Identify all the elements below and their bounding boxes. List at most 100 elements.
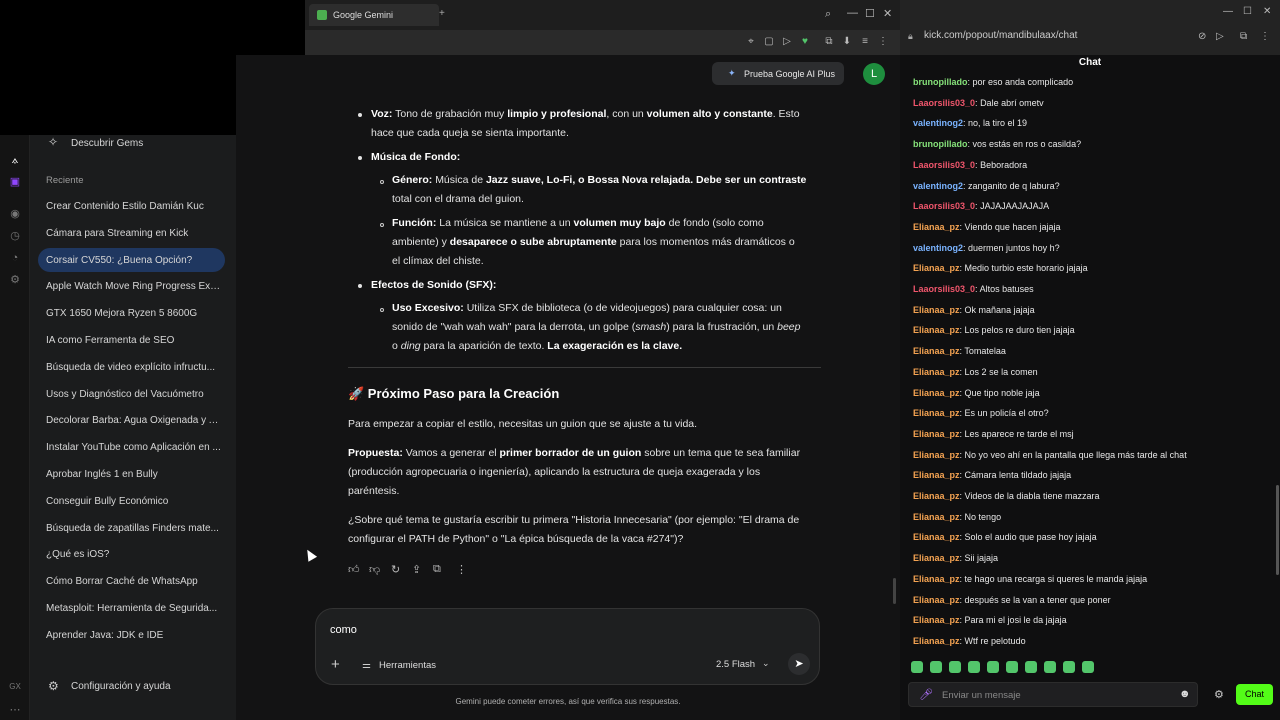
chat-username[interactable]: Elianaa_pz xyxy=(913,346,960,356)
recent-chat-item[interactable]: IA como Ferramenta de SEO xyxy=(46,335,222,346)
share-icon[interactable]: ⇪ xyxy=(412,563,421,576)
recent-chat-item[interactable]: Búsqueda de video explícito infructu... xyxy=(46,362,222,373)
pin-icon[interactable]: ⌖ xyxy=(745,36,757,47)
emote-icon[interactable] xyxy=(987,661,999,673)
recent-chat-item[interactable]: GTX 1650 Mejora Ryzen 5 8600G xyxy=(46,308,222,319)
history-icon[interactable]: ◷ xyxy=(8,229,22,243)
chat-username[interactable]: Elianaa_pz xyxy=(913,222,960,232)
chat-username[interactable]: brunopillado xyxy=(913,139,968,149)
snapshot-icon[interactable]: ▢ xyxy=(763,36,775,47)
prompt-input[interactable]: como xyxy=(330,624,357,636)
model-selector[interactable]: 2.5 Flash xyxy=(716,659,755,670)
extensions-icon[interactable]: ⧉ xyxy=(823,36,835,47)
minimize-icon[interactable]: — xyxy=(847,7,858,19)
recent-chat-item[interactable]: Conseguir Bully Económico xyxy=(46,496,222,507)
block-icon[interactable]: ⊘ xyxy=(1198,31,1206,42)
chat-username[interactable]: valentinog2 xyxy=(913,243,963,253)
recent-chat-item[interactable]: Decolorar Barba: Agua Oxigenada y A... xyxy=(46,415,222,426)
discover-gems-link[interactable]: Descubrir Gems xyxy=(71,138,247,149)
chat-username[interactable]: Elianaa_pz xyxy=(913,491,960,501)
chat-username[interactable]: Elianaa_pz xyxy=(913,429,960,439)
gemini-logo-icon[interactable]: ⟑ xyxy=(8,153,22,167)
chat-username[interactable]: valentinog2 xyxy=(913,118,963,128)
maximize-icon[interactable]: ☐ xyxy=(1243,6,1252,17)
emote-icon[interactable] xyxy=(1082,661,1094,673)
thumbs-up-icon[interactable]: 👍︎ xyxy=(348,563,360,576)
recent-chat-item[interactable]: Aprobar Inglés 1 en Bully xyxy=(46,469,222,480)
recent-chat-item[interactable]: Usos y Diagnóstico del Vacuómetro xyxy=(46,389,222,400)
recent-chat-item[interactable]: Cámara para Streaming en Kick xyxy=(46,228,222,239)
send-icon[interactable]: ➤ xyxy=(788,653,810,675)
chat-username[interactable]: Elianaa_pz xyxy=(913,615,960,625)
tools-button[interactable]: Herramientas xyxy=(379,660,436,671)
recent-chat-item[interactable]: ¿Qué es iOS? xyxy=(46,549,222,560)
tab-google-gemini[interactable]: Google Gemini xyxy=(309,4,439,26)
settings-help-link[interactable]: Configuración y ayuda xyxy=(71,681,247,692)
download-icon[interactable]: ⬇ xyxy=(841,36,853,47)
upgrade-button[interactable]: ✦ Prueba Google AI Plus xyxy=(712,62,844,85)
close-window-icon[interactable]: ✕ xyxy=(883,7,892,20)
chat-username[interactable]: Elianaa_pz xyxy=(913,532,960,542)
emote-icon[interactable] xyxy=(1025,661,1037,673)
recent-chat-item[interactable]: Aprender Java: JDK e IDE xyxy=(46,630,222,641)
minimize-icon[interactable]: — xyxy=(1223,6,1233,17)
chevron-down-icon[interactable]: ⌄ xyxy=(762,658,770,669)
settings-rail-icon[interactable]: ⚙ xyxy=(8,273,22,287)
chat-username[interactable]: Elianaa_pz xyxy=(913,408,960,418)
chat-username[interactable]: Elianaa_pz xyxy=(913,512,960,522)
play-icon[interactable]: ▷ xyxy=(781,36,793,47)
emote-icon[interactable] xyxy=(1063,661,1075,673)
chat-username[interactable]: Laaorsilis03_0 xyxy=(913,98,975,108)
emote-icon[interactable] xyxy=(968,661,980,673)
emote-icon[interactable] xyxy=(930,661,942,673)
kick-url[interactable]: kick.com/popout/mandibulaax/chat xyxy=(924,30,1077,41)
search-tabs-icon[interactable]: ⌕ xyxy=(825,8,831,21)
recent-chat-item[interactable]: Cómo Borrar Caché de WhatsApp xyxy=(46,576,222,587)
chat-username[interactable]: Elianaa_pz xyxy=(913,263,960,273)
chat-username[interactable]: Laaorsilis03_0 xyxy=(913,160,975,170)
more-options-icon[interactable]: ⋮ xyxy=(456,563,467,576)
play-icon[interactable]: ▷ xyxy=(1216,31,1224,42)
more-rail-icon[interactable]: ⋯ xyxy=(8,703,22,717)
chat-username[interactable]: Elianaa_pz xyxy=(913,388,960,398)
chat-username[interactable]: valentinog2 xyxy=(913,181,963,191)
microphone-icon[interactable]: 🎤︎ xyxy=(919,688,933,701)
recent-chat-item[interactable]: Instalar YouTube como Aplicación en ... xyxy=(46,442,222,453)
menu-icon[interactable]: ≡ xyxy=(859,36,871,47)
chat-username[interactable]: Elianaa_pz xyxy=(913,595,960,605)
twitch-icon[interactable]: ▣ xyxy=(8,175,22,189)
chat-username[interactable]: Elianaa_pz xyxy=(913,574,960,584)
emote-icon[interactable] xyxy=(1006,661,1018,673)
emote-icon[interactable] xyxy=(949,661,961,673)
maximize-icon[interactable]: ☐ xyxy=(865,7,875,20)
chat-username[interactable]: Elianaa_pz xyxy=(913,367,960,377)
chat-username[interactable]: Elianaa_pz xyxy=(913,450,960,460)
player-icon[interactable]: ◉ xyxy=(8,207,22,221)
chat-send-button[interactable]: Chat xyxy=(1236,684,1273,705)
copy-icon[interactable]: ⧉ xyxy=(433,563,441,576)
chat-username[interactable]: Elianaa_pz xyxy=(913,305,960,315)
heart-icon[interactable]: ♥ xyxy=(799,36,811,47)
emoji-icon[interactable]: ☻ xyxy=(1179,688,1191,700)
add-icon[interactable]: + xyxy=(331,656,340,673)
more-icon[interactable]: ⋮ xyxy=(1260,31,1270,42)
chat-username[interactable]: brunopillado xyxy=(913,77,968,87)
new-tab-button[interactable]: + xyxy=(439,8,445,19)
chat-username[interactable]: Elianaa_pz xyxy=(913,470,960,480)
recent-chat-item[interactable]: Crear Contenido Estilo Damián Kuc xyxy=(46,201,222,212)
avatar[interactable]: L xyxy=(863,63,885,85)
chat-settings-icon[interactable]: ⚙ xyxy=(1214,688,1224,701)
chat-scrollbar[interactable] xyxy=(1276,485,1279,575)
recent-chat-item[interactable]: Apple Watch Move Ring Progress Exp... xyxy=(46,281,222,292)
chat-username[interactable]: Laaorsilis03_0 xyxy=(913,284,975,294)
chat-input[interactable]: 🎤︎ Enviar un mensaje ☻ xyxy=(908,682,1198,707)
recent-chat-item[interactable]: Corsair CV550: ¿Buena Opción? xyxy=(46,255,222,266)
chat-username[interactable]: Elianaa_pz xyxy=(913,636,960,646)
chat-username[interactable]: Elianaa_pz xyxy=(913,325,960,335)
chat-username[interactable]: Laaorsilis03_0 xyxy=(913,201,975,211)
thumbs-down-icon[interactable]: 👎︎ xyxy=(369,563,380,576)
recent-chat-item[interactable]: Metasploit: Herramienta de Segurida... xyxy=(46,603,222,614)
extensions-icon[interactable]: ⧉ xyxy=(1240,31,1247,42)
close-window-icon[interactable]: ✕ xyxy=(1263,6,1271,17)
chat-username[interactable]: Elianaa_pz xyxy=(913,553,960,563)
